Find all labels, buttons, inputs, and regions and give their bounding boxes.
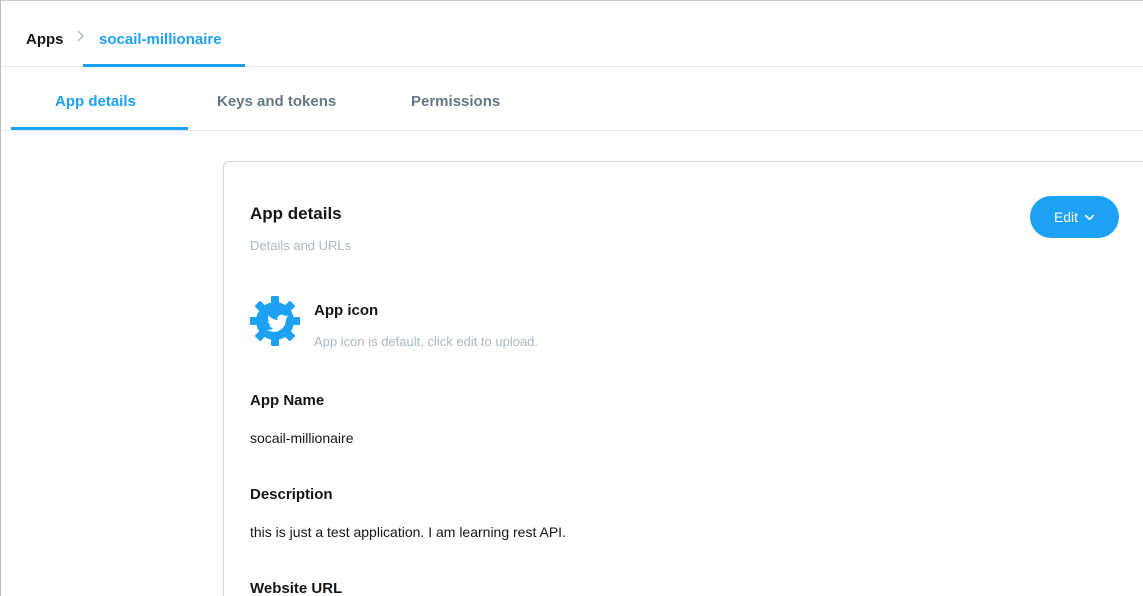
chevron-right-icon [77,30,84,42]
app-icon-label: App icon [314,302,379,319]
description-label: Description [250,486,333,503]
tab-app-details[interactable]: App details [55,93,136,110]
tab-active-indicator [11,127,188,130]
tab-keys-and-tokens[interactable]: Keys and tokens [217,93,336,110]
breadcrumb-apps-link[interactable]: Apps [26,31,64,48]
app-icon-hint: App icon is default, click edit to uploa… [314,334,539,349]
edit-button-label: Edit [1053,209,1079,225]
twitter-bird-gear-icon [250,296,300,346]
tab-permissions[interactable]: Permissions [411,93,500,110]
card-title: App details [250,204,342,223]
description-value: this is just a test application. I am le… [250,524,566,540]
card-subtitle: Details and URLs [250,238,352,253]
app-name-label: App Name [250,392,325,409]
edit-button[interactable]: Edit [1030,196,1119,238]
breadcrumb: Apps socail-millionaire [1,1,1143,67]
tab-bar: App details Keys and tokens Permissions [1,67,1143,131]
website-url-label: Website URL [250,580,343,596]
app-frame: Apps socail-millionaire App details Keys… [0,0,1143,596]
chevron-down-icon [1085,214,1095,220]
app-details-card: App details Details and URLs Edit App ic… [223,161,1143,596]
app-name-value: socail-millionaire [250,430,354,446]
breadcrumb-current-app[interactable]: socail-millionaire [99,31,222,48]
